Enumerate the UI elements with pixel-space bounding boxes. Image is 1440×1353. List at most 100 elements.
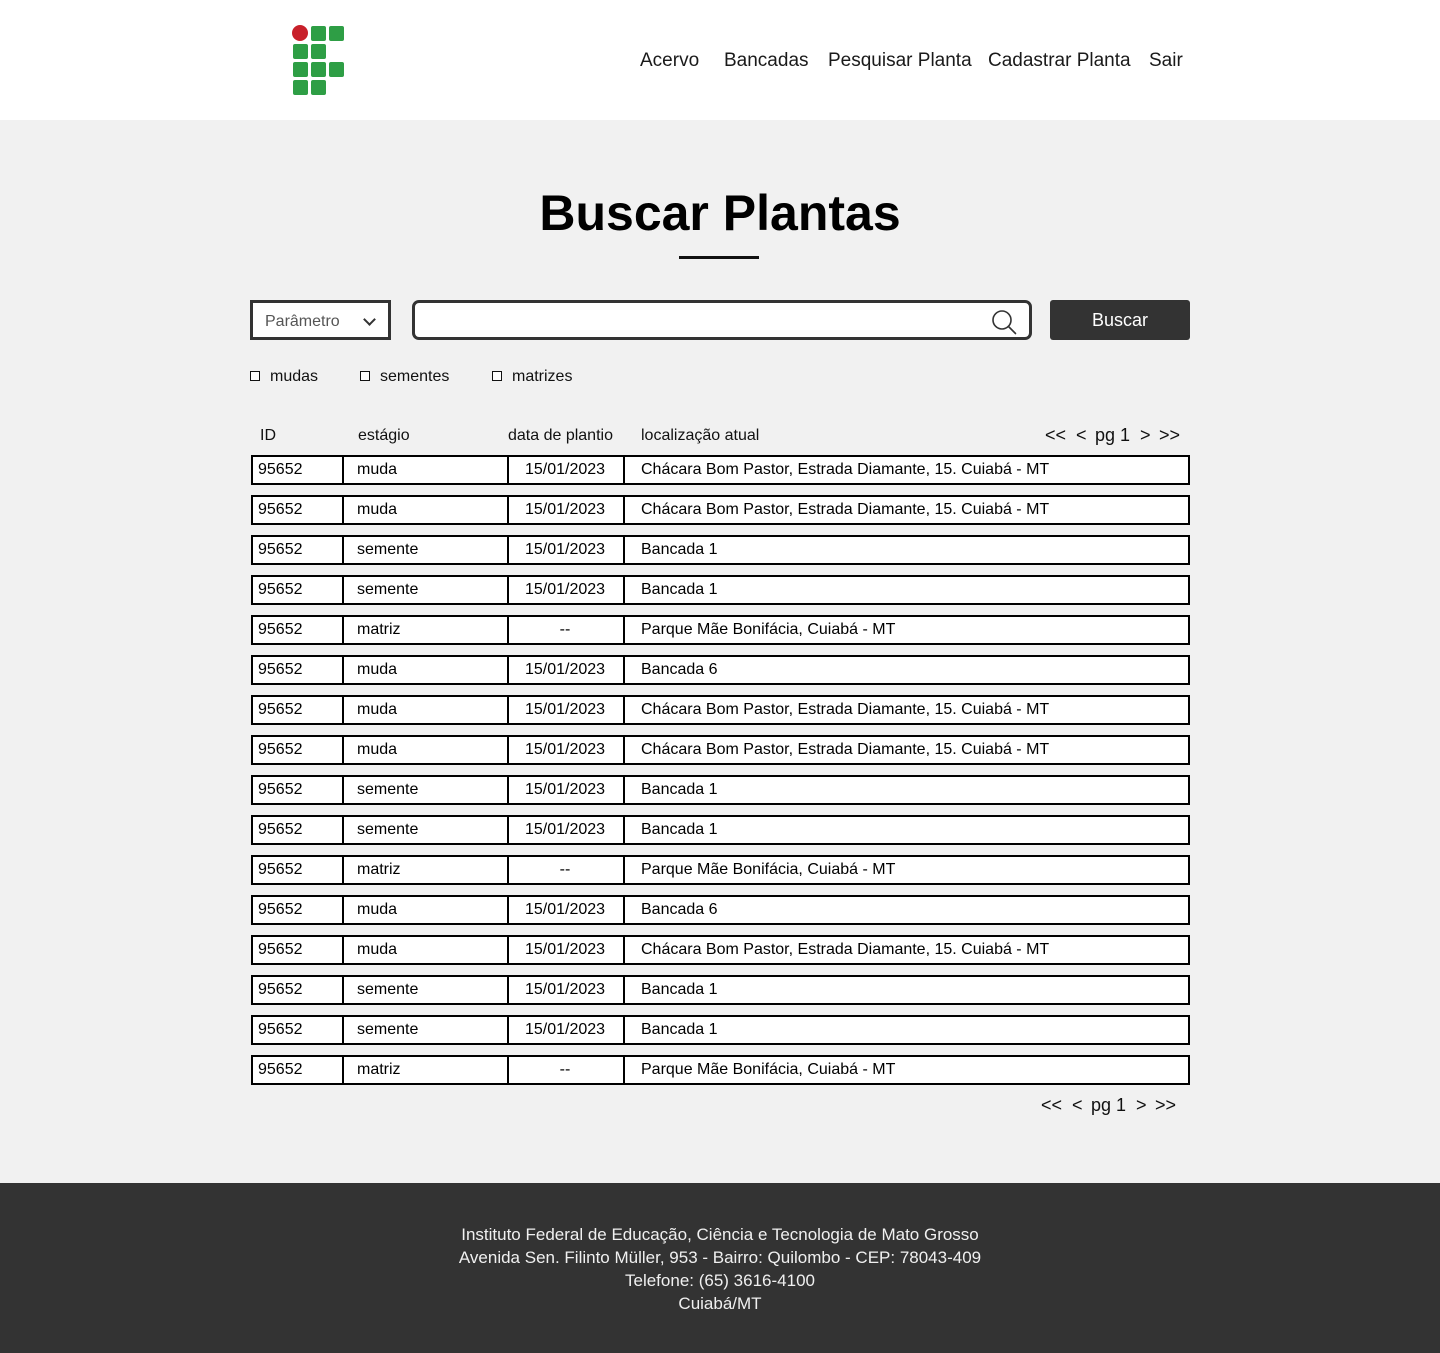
cell-id: 95652 bbox=[258, 1061, 303, 1078]
cell-data-plantio: -- bbox=[559, 861, 571, 878]
column-divider bbox=[342, 777, 344, 803]
column-header-data-plantio: data de plantio bbox=[508, 427, 613, 444]
column-divider bbox=[342, 737, 344, 763]
search-button[interactable]: Buscar bbox=[1050, 300, 1190, 340]
title-underline bbox=[679, 256, 759, 259]
last-page-button[interactable]: >> bbox=[1159, 425, 1180, 446]
footer-phone: Telefone: (65) 3616-4100 bbox=[625, 1271, 815, 1290]
column-divider bbox=[342, 977, 344, 1003]
column-divider bbox=[342, 857, 344, 883]
cell-estagio: muda bbox=[357, 661, 398, 678]
cell-id: 95652 bbox=[258, 741, 303, 758]
column-divider bbox=[623, 1057, 625, 1083]
table-row[interactable]: 95652 muda 15/01/2023 Bancada 6 bbox=[251, 655, 1190, 685]
cell-localizacao: Parque Mãe Bonifácia, Cuiabá - MT bbox=[641, 861, 896, 878]
cell-data-plantio: 15/01/2023 bbox=[524, 581, 606, 598]
column-divider bbox=[623, 937, 625, 963]
checkbox-mudas[interactable] bbox=[250, 371, 260, 381]
cell-estagio: matriz bbox=[357, 861, 401, 878]
cell-id: 95652 bbox=[258, 621, 303, 638]
cell-estagio: muda bbox=[357, 461, 398, 478]
filter-sementes[interactable]: sementes bbox=[360, 366, 470, 388]
cell-estagio: muda bbox=[357, 501, 398, 518]
page-title: Buscar Plantas bbox=[539, 185, 901, 241]
table-row[interactable]: 95652 semente 15/01/2023 Bancada 1 bbox=[251, 575, 1190, 605]
footer-city: Cuiabá/MT bbox=[678, 1294, 762, 1313]
chevron-down-icon bbox=[363, 313, 376, 326]
first-page-button[interactable]: << bbox=[1041, 1095, 1062, 1116]
column-divider bbox=[342, 497, 344, 523]
nav-item-acervo[interactable]: Acervo bbox=[640, 48, 699, 74]
first-page-button[interactable]: << bbox=[1045, 425, 1066, 446]
cell-localizacao: Bancada 6 bbox=[641, 901, 718, 918]
table-row[interactable]: 95652 semente 15/01/2023 Bancada 1 bbox=[251, 1015, 1190, 1045]
search-field bbox=[412, 300, 1032, 340]
column-divider bbox=[623, 657, 625, 683]
table-row[interactable]: 95652 muda 15/01/2023 Chácara Bom Pastor, E… bbox=[251, 495, 1190, 525]
filter-label: sementes bbox=[380, 368, 450, 385]
cell-id: 95652 bbox=[258, 821, 303, 838]
cell-localizacao: Bancada 1 bbox=[641, 781, 718, 798]
main-nav: Acervo Bancadas Pesquisar Planta Cadastr… bbox=[0, 48, 1440, 74]
cell-localizacao: Bancada 1 bbox=[641, 981, 718, 998]
cell-data-plantio: 15/01/2023 bbox=[524, 901, 606, 918]
table-row[interactable]: 95652 muda 15/01/2023 Chácara Bom Pastor, E… bbox=[251, 735, 1190, 765]
site-footer: Instituto Federal de Educação, Ciência e… bbox=[0, 1183, 1440, 1353]
table-row[interactable]: 95652 muda 15/01/2023 Chácara Bom Pastor, E… bbox=[251, 935, 1190, 965]
cell-data-plantio: 15/01/2023 bbox=[524, 741, 606, 758]
cell-localizacao: Chácara Bom Pastor, Estrada Diamante, 15… bbox=[641, 741, 1050, 758]
cell-data-plantio: 15/01/2023 bbox=[524, 701, 606, 718]
table-row[interactable]: 95652 matriz -- Parque Mãe Bonifácia, Cuiab… bbox=[251, 615, 1190, 645]
prev-page-button[interactable]: < bbox=[1072, 1095, 1083, 1116]
table-row[interactable]: 95652 muda 15/01/2023 Chácara Bom Pastor, E… bbox=[251, 695, 1190, 725]
table-row[interactable]: 95652 matriz -- Parque Mãe Bonifácia, Cuiab… bbox=[251, 1055, 1190, 1085]
table-row[interactable]: 95652 semente 15/01/2023 Bancada 1 bbox=[251, 815, 1190, 845]
table-row[interactable]: 95652 muda 15/01/2023 Bancada 6 bbox=[251, 895, 1190, 925]
cell-estagio: semente bbox=[357, 981, 419, 998]
nav-item-sair[interactable]: Sair bbox=[1149, 48, 1183, 74]
column-divider bbox=[623, 777, 625, 803]
column-divider bbox=[623, 737, 625, 763]
cell-localizacao: Chácara Bom Pastor, Estrada Diamante, 15… bbox=[641, 941, 1050, 958]
nav-item-pesquisar-planta[interactable]: Pesquisar Planta bbox=[828, 48, 972, 74]
cell-estagio: muda bbox=[357, 901, 398, 918]
column-divider bbox=[623, 497, 625, 523]
cell-data-plantio: -- bbox=[559, 1061, 571, 1078]
parameter-select[interactable]: Parâmetro bbox=[250, 300, 391, 340]
column-header-localizacao: localização atual bbox=[641, 427, 760, 444]
next-page-button[interactable]: > bbox=[1136, 1095, 1147, 1116]
cell-data-plantio: 15/01/2023 bbox=[524, 1021, 606, 1038]
cell-data-plantio: 15/01/2023 bbox=[524, 821, 606, 838]
cell-id: 95652 bbox=[258, 1021, 303, 1038]
cell-data-plantio: 15/01/2023 bbox=[524, 781, 606, 798]
filter-matrizes[interactable]: matrizes bbox=[492, 366, 592, 388]
cell-localizacao: Chácara Bom Pastor, Estrada Diamante, 15… bbox=[641, 701, 1050, 718]
cell-id: 95652 bbox=[258, 861, 303, 878]
table-row[interactable]: 95652 muda 15/01/2023 Chácara Bom Pastor, E… bbox=[251, 455, 1190, 485]
table-row[interactable]: 95652 semente 15/01/2023 Bancada 1 bbox=[251, 535, 1190, 565]
cell-estagio: semente bbox=[357, 541, 419, 558]
last-page-button[interactable]: >> bbox=[1155, 1095, 1176, 1116]
nav-item-bancadas[interactable]: Bancadas bbox=[724, 48, 809, 74]
search-icon[interactable] bbox=[991, 309, 1017, 335]
cell-estagio: semente bbox=[357, 781, 419, 798]
nav-item-cadastrar-planta[interactable]: Cadastrar Planta bbox=[988, 48, 1131, 74]
next-page-button[interactable]: > bbox=[1140, 425, 1151, 446]
search-input[interactable] bbox=[423, 307, 983, 335]
prev-page-button[interactable]: < bbox=[1076, 425, 1087, 446]
filter-mudas[interactable]: mudas bbox=[250, 366, 340, 388]
cell-id: 95652 bbox=[258, 501, 303, 518]
table-row[interactable]: 95652 semente 15/01/2023 Bancada 1 bbox=[251, 775, 1190, 805]
page-indicator: pg 1 bbox=[1095, 425, 1131, 445]
column-divider bbox=[623, 1017, 625, 1043]
checkbox-sementes[interactable] bbox=[360, 371, 370, 381]
cell-estagio: matriz bbox=[357, 621, 401, 638]
table-row[interactable]: 95652 semente 15/01/2023 Bancada 1 bbox=[251, 975, 1190, 1005]
column-divider bbox=[342, 657, 344, 683]
table-row[interactable]: 95652 matriz -- Parque Mãe Bonifácia, Cuiab… bbox=[251, 855, 1190, 885]
checkbox-matrizes[interactable] bbox=[492, 371, 502, 381]
cell-id: 95652 bbox=[258, 901, 303, 918]
column-divider bbox=[623, 897, 625, 923]
cell-localizacao: Bancada 1 bbox=[641, 541, 718, 558]
cell-id: 95652 bbox=[258, 661, 303, 678]
